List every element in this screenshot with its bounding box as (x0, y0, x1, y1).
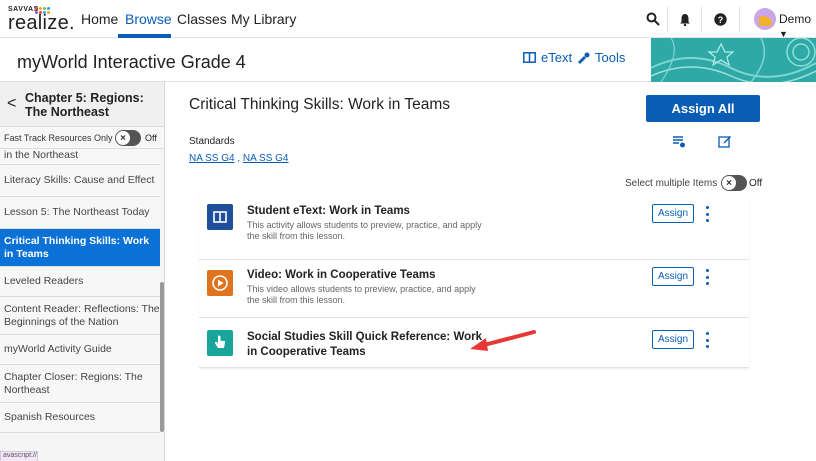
logo-dot (35, 7, 38, 10)
more-options-icon[interactable] (704, 332, 710, 348)
status-bar-url: avascript:// (0, 451, 38, 461)
wrench-icon (578, 52, 590, 64)
user-avatar[interactable] (754, 8, 776, 30)
bell-icon[interactable] (676, 10, 694, 28)
etext-label: eText (541, 50, 573, 65)
tools-button[interactable]: Tools (578, 50, 625, 65)
table-of-contents-sidebar: < Chapter 5: Regions: The Northeast Fast… (0, 82, 165, 461)
resource-title[interactable]: Student eText: Work in Teams (247, 204, 410, 219)
fast-track-state: Off (145, 133, 157, 143)
user-name: Demo (779, 12, 812, 26)
user-menu[interactable]: Demo ▼ (779, 12, 816, 40)
logo-dot (39, 7, 42, 10)
standards-links: NA SS G4 , NA SS G4 (189, 153, 289, 164)
more-options-icon[interactable] (704, 269, 710, 285)
nav-my-library-link[interactable]: My Library (231, 11, 296, 27)
select-multiple-state: Off (749, 178, 763, 189)
logo-dot (47, 7, 50, 10)
etext-button[interactable]: eText (523, 50, 572, 65)
sidebar-scrollbar[interactable] (160, 282, 164, 432)
hand-pointer-icon (207, 330, 233, 356)
annotation-arrow-icon (470, 330, 536, 351)
book-icon (207, 204, 233, 230)
sidebar-item-chapter-closer[interactable]: Chapter Closer: Regions: The Northeast (0, 365, 160, 403)
resource-card[interactable]: Video: Work in Cooperative Teams This vi… (199, 260, 749, 318)
close-icon: × (722, 176, 736, 190)
resource-title[interactable]: Social Studies Skill Quick Reference: Wo… (247, 330, 487, 360)
search-icon[interactable] (644, 10, 662, 28)
page-title: Critical Thinking Skills: Work in Teams (189, 96, 450, 113)
nav-home-link[interactable]: Home (81, 11, 118, 27)
sidebar-item-spanish-resources[interactable]: Spanish Resources (0, 403, 160, 433)
standards-separator: , (234, 153, 243, 164)
sidebar-item-critical-thinking[interactable]: Critical Thinking Skills: Work in Teams (0, 229, 160, 267)
nav-divider (701, 6, 702, 32)
program-header: myWorld Interactive Grade 4 eText Tools (0, 38, 816, 82)
nav-divider (739, 6, 740, 32)
nav-browse-link[interactable]: Browse (125, 11, 172, 27)
resource-description: This video allows students to preview, p… (247, 284, 476, 305)
nav-classes-link[interactable]: Classes (177, 11, 227, 27)
logo-wordmark: realize. (8, 12, 75, 34)
resource-description: This activity allows students to preview… (247, 220, 482, 241)
program-title: myWorld Interactive Grade 4 (17, 52, 246, 72)
chevron-left-icon[interactable]: < (7, 95, 16, 113)
edit-icon[interactable] (718, 134, 732, 148)
fast-track-toggle[interactable]: × (115, 130, 141, 146)
standards-label: Standards (189, 136, 235, 147)
standard-link[interactable]: NA SS G4 (243, 153, 289, 164)
program-banner-image (651, 38, 816, 82)
fast-track-filter: Fast Track Resources Only × Off (0, 127, 164, 149)
assign-button[interactable]: Assign (652, 330, 694, 349)
select-multiple-label: Select multiple Items (625, 178, 718, 189)
svg-text:?: ? (717, 15, 723, 25)
fast-track-label: Fast Track Resources Only (4, 133, 113, 143)
playlist-settings-icon[interactable] (672, 134, 686, 148)
top-navigation-bar: SAVVAS realize. Home Browse Classes My L… (0, 0, 816, 40)
assign-button[interactable]: Assign (652, 204, 694, 223)
chapter-title: Chapter 5: Regions: The Northeast (25, 91, 144, 119)
select-multiple-toggle[interactable]: × (721, 175, 747, 191)
book-open-icon (523, 52, 536, 63)
play-icon (207, 270, 233, 296)
resource-title[interactable]: Video: Work in Cooperative Teams (247, 268, 436, 283)
sidebar-item-activity-guide[interactable]: myWorld Activity Guide (0, 335, 160, 365)
more-options-icon[interactable] (704, 206, 710, 222)
close-icon: × (116, 131, 130, 145)
help-icon[interactable]: ? (711, 10, 729, 28)
chapter-header[interactable]: < Chapter 5: Regions: The Northeast (0, 82, 164, 127)
sidebar-item-lesson-5[interactable]: Lesson 5: The Northeast Today (0, 197, 160, 229)
sidebar-item-literacy-skills[interactable]: Literacy Skills: Cause and Effect (0, 165, 160, 197)
nav-divider (667, 6, 668, 32)
assign-all-button[interactable]: Assign All (646, 95, 760, 122)
sidebar-item-content-reader[interactable]: Content Reader: Reflections: The Beginni… (0, 297, 160, 335)
assign-button[interactable]: Assign (652, 267, 694, 286)
tools-label: Tools (595, 50, 626, 65)
logo-dot (43, 7, 46, 10)
standard-link[interactable]: NA SS G4 (189, 153, 235, 164)
sidebar-item-northeast[interactable]: in the Northeast (0, 149, 160, 165)
resource-card[interactable]: Student eText: Work in Teams This activi… (199, 194, 749, 260)
savvas-realize-logo[interactable]: SAVVAS realize. (8, 6, 75, 34)
sidebar-item-leveled-readers[interactable]: Leveled Readers (0, 267, 160, 297)
